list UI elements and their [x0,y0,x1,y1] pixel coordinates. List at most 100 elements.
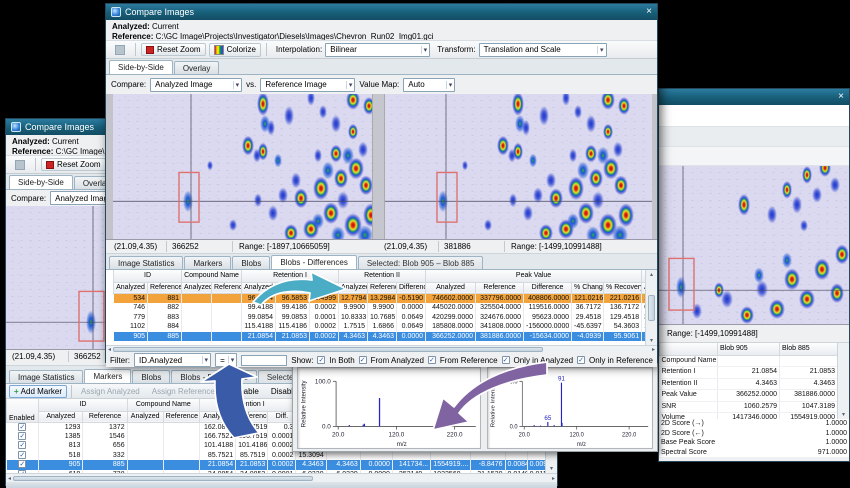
checkbox-checked-icon[interactable]: ✓ [18,451,26,459]
table-row[interactable]: 77988399.085499.08530.000110.833310.7685… [114,313,650,323]
tab-blobs[interactable]: Blobs [132,370,170,383]
table-row[interactable]: 74688299.418899.41860.00029.99009.99000.… [114,303,650,313]
chevron-down-icon: ▾ [446,81,453,89]
tab-image-statistics[interactable]: Image Statistics [9,370,83,383]
table-row[interactable]: ✓61973834.085434.08530.00016.03296.03290… [7,470,558,474]
tab-overlay[interactable]: Overlay [174,61,220,74]
diff-vertical-scrollbar[interactable]: ▴ ▾ [645,270,657,345]
svg-text:0.0: 0.0 [322,424,331,431]
checkbox-checked-icon[interactable]: ✓ [18,470,26,473]
table-row[interactable]: SNR1060.25791047.3189 [660,401,838,413]
svg-text:220.0: 220.0 [622,433,637,439]
tab-image-statistics[interactable]: Image Statistics [109,256,183,269]
compare-bar: Compare: Analyzed Image▾ vs. Reference I… [106,75,657,94]
checkbox-from-reference[interactable]: ✓ [428,356,436,364]
markers-horizontal-scrollbar[interactable]: ◂ ▸ [6,473,557,482]
analyzed-image-select[interactable]: Analyzed Image▾ [150,78,242,92]
filter-field-select[interactable]: ID.Analyzed▾ [134,353,211,367]
add-marker-button[interactable]: +Add Marker [9,385,67,398]
reference-spectrum-plot[interactable]: Relative Intensity100.00.020.0120.0220.0… [487,367,653,449]
filter-operator-select[interactable]: =▾ [215,353,237,367]
table-row[interactable]: Compound Name [660,355,838,367]
interpolation-select[interactable]: Bilinear▾ [325,43,430,57]
window-title: Compare Images [125,7,194,17]
colorize-button[interactable]: Colorize [209,43,261,57]
differences-table: ID Compound Name Retention I Retention I… [113,270,650,341]
tab-band [659,147,849,166]
table-row[interactable]: 2D Score (←)1.0000 [659,429,849,439]
tab-side-by-side[interactable]: Side-by-Side [9,175,73,189]
enable-button[interactable]: Enable [229,385,264,398]
analyzed-heatmap[interactable] [113,94,372,239]
table-row[interactable]: 1102884115.4188115.41860.00021.75151.686… [114,322,650,332]
reference-path: C:\GC Image\Projects\Investigator\Diesel… [156,32,434,40]
save-button[interactable] [110,43,130,57]
chevron-down-icon: ▾ [597,46,604,54]
reference-image-select[interactable]: Reference Image▾ [260,78,355,92]
tab-side-by-side[interactable]: Side-by-Side [109,60,173,74]
table-row[interactable]: Base Peak Score1.0000 [659,438,849,448]
tab-markers[interactable]: Markers [84,369,131,383]
checkbox-checked-icon[interactable]: ✓ [18,441,26,449]
title-bar[interactable]: Compare Images × [106,4,657,20]
tab-blobs[interactable]: Blobs [232,256,270,269]
svg-text:120.0: 120.0 [388,432,404,439]
chevron-down-icon: ▾ [228,356,235,364]
diff-horizontal-scrollbar[interactable]: ◂ ▸ [106,345,657,353]
reset-zoom-icon [46,161,54,169]
checkbox-checked-icon[interactable]: ✓ [18,432,26,440]
table-row[interactable]: Retention II4.34634.3463 [660,378,838,390]
blob-compare-table-wrap: Blob 905Blob 885 Compound NameRetention … [659,343,849,419]
checkbox-only-in-reference[interactable]: ✓ [577,356,585,364]
assign-analyzed-button[interactable]: Assign Analyzed [76,385,145,398]
score-table: 2D Score (→)1.00002D Score (←)1.0000Base… [659,419,849,457]
tab-blobs-differences[interactable]: Blobs - Differences [171,370,256,383]
checkbox-only-in-analyzed[interactable]: ✓ [502,356,510,364]
cursor-coords-analyzed: (21.09,4.35) [114,242,157,251]
reset-zoom-icon [146,46,154,54]
scroll-up-icon: ▴ [650,271,653,278]
table-row[interactable]: Spectral Score971.0000 [659,448,849,458]
app-icon [11,122,21,132]
cursor-value-analyzed: 366252 [172,242,199,251]
close-icon[interactable]: × [646,7,652,17]
tab-markers[interactable]: Markers [184,256,231,269]
reset-zoom-button[interactable]: Reset Zoom [41,158,106,171]
value-map-select[interactable]: Auto▾ [403,78,455,92]
table-row[interactable]: ✓90588521.085421.08530.00024.34634.34630… [7,460,558,470]
svg-text:100.0: 100.0 [503,379,518,385]
table-row[interactable]: 90588521.085421.08530.00024.34634.34630.… [114,332,650,342]
table-row[interactable]: 2D Score (→)1.0000 [659,419,849,429]
filter-value-input[interactable] [241,355,287,366]
chevron-down-icon: ▾ [233,81,240,89]
chevron-down-icon: ▾ [346,81,353,89]
checkbox-checked-icon[interactable]: ✓ [18,460,26,468]
transform-select[interactable]: Translation and Scale▾ [479,43,607,57]
status-bar: (21.09,4.35) 366252 Range: [-1897,106650… [106,240,657,254]
analyzed-spectrum-plot[interactable]: Relative Intensity100.00.020.0120.0220.0… [297,367,481,449]
table-row[interactable]: Peak Value366252.0000381886.0000 [660,390,838,402]
blob-compare-table: Blob 905Blob 885 Compound NameRetention … [659,343,838,419]
tab-blobs-differences[interactable]: Blobs - Differences [271,255,356,269]
title-bar[interactable]: × [659,89,849,105]
heatmap-divider[interactable] [372,94,385,239]
svg-text:91: 91 [558,375,565,382]
filter-bar: Filter: ID.Analyzed▾ =▾ Show: ✓In Both ✓… [106,353,657,367]
assign-reference-button[interactable]: Assign Reference [147,385,220,398]
chromatogram-heatmap[interactable] [659,166,849,324]
checkbox-checked-icon[interactable]: ✓ [18,423,26,431]
spectra-panel: Relative Intensity100.00.020.0120.0220.0… [292,363,658,452]
table-row[interactable]: 53488196.085496.5853-0.499912.779413.298… [114,293,650,303]
desktop: Compare Images × Analyzed: Current Refer… [0,0,850,488]
save-button[interactable] [10,158,30,172]
differences-table-wrap: ID Compound Name Retention I Retention I… [106,270,657,345]
reset-zoom-button[interactable]: Reset Zoom [141,43,206,56]
close-icon[interactable]: × [838,92,844,102]
checkbox-in-both[interactable]: ✓ [317,356,325,364]
scroll-down-icon: ▾ [550,465,553,472]
checkbox-from-analyzed[interactable]: ✓ [359,356,367,364]
blob-table-vertical-scrollbar[interactable]: ▾ [837,343,849,419]
table-row[interactable]: Retention I21.085421.0853 [660,367,838,379]
reference-heatmap[interactable] [385,94,652,239]
table-row[interactable]: Volume1417346.00001554919.0000 [660,413,838,420]
